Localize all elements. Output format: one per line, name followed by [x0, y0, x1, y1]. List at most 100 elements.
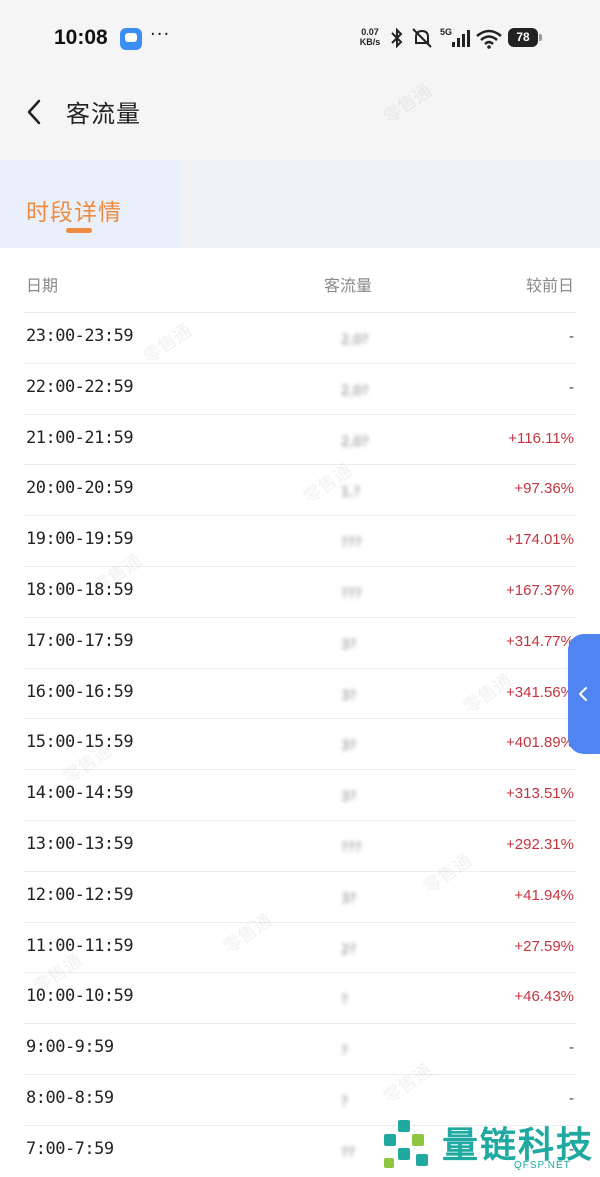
row-divider	[24, 312, 576, 313]
net-speed-value: 0.07	[361, 27, 379, 37]
table-row: 16:00-16:59 3? +341.56%	[0, 667, 600, 719]
row-traffic-count-redacted: ?	[341, 1091, 385, 1110]
tab-active-indicator	[66, 228, 92, 233]
chevron-left-icon	[579, 687, 587, 701]
row-traffic-count: 2?	[341, 942, 357, 958]
row-traffic-count: 2,0?	[341, 333, 369, 348]
row-time-range: 13:00-13:59	[26, 834, 134, 854]
row-time-range: 15:00-15:59	[26, 732, 134, 753]
row-traffic-count-redacted: 3?	[341, 888, 385, 907]
row-change-vs-previous-day: +341.56%	[506, 683, 574, 701]
traffic-table: 日期 客流量 较前日 23:00-23:59 2,0? - 22:00-22:59 2,…	[0, 248, 600, 1177]
row-traffic-count-redacted: 3?	[341, 634, 385, 653]
row-time-range: 8:00-8:59	[26, 1088, 114, 1108]
table-row: 9:00-9:59? -	[0, 1023, 600, 1074]
row-change-vs-previous-day: -	[569, 378, 574, 396]
row-traffic-count: 3?	[341, 688, 357, 704]
table-row: 17:00-17:59 3? +314.77%	[0, 616, 600, 668]
row-traffic-count: ?	[341, 1095, 348, 1110]
row-time-range: 10:00-10:59	[26, 986, 134, 1007]
row-divider	[24, 820, 576, 821]
row-time-range: 11:00-11:59	[26, 935, 134, 956]
page-title: 客流量	[66, 100, 141, 128]
tab-label: 时段详情	[26, 200, 122, 226]
row-traffic-count-redacted: 2?	[341, 939, 385, 958]
table-row: 13:00-13:59??? +292.31%	[0, 820, 600, 871]
battery-indicator: 78	[508, 28, 542, 47]
nav-bar: 客流量	[0, 78, 600, 148]
row-divider	[24, 1074, 576, 1075]
row-divider	[24, 616, 576, 618]
row-change-vs-previous-day: +46.43%	[514, 988, 574, 1006]
row-traffic-count-redacted: 2,0?	[341, 380, 385, 399]
row-change-vs-previous-day: +314.77%	[506, 632, 574, 650]
row-time-range: 9:00-9:59	[26, 1037, 114, 1058]
row-traffic-count: ?	[341, 1044, 348, 1060]
row-change-vs-previous-day: +116.11%	[508, 429, 574, 447]
row-traffic-count: 2,0?	[341, 383, 369, 399]
row-divider	[24, 1023, 576, 1025]
side-panel-handle[interactable]	[568, 634, 600, 754]
row-traffic-count: 3?	[341, 891, 357, 907]
cellular-signal-icon: 5G	[440, 27, 470, 47]
row-time-range: 14:00-14:59	[26, 783, 134, 804]
row-divider	[24, 718, 576, 720]
row-divider	[24, 921, 576, 923]
row-change-vs-previous-day: +27.59%	[514, 937, 574, 955]
row-change-vs-previous-day: +167.37%	[506, 582, 574, 599]
table-row: 23:00-23:59 2,0? -	[0, 312, 600, 363]
row-traffic-count-redacted: ?	[341, 989, 385, 1008]
net-speed-unit: KB/s	[359, 37, 381, 47]
table-row: 14:00-14:59 3? +313.51%	[0, 769, 600, 820]
status-time: 10:08	[54, 26, 108, 49]
table-row: 19:00-19:59??? +174.01%	[0, 515, 600, 566]
row-time-range: 16:00-16:59	[26, 681, 134, 702]
row-divider	[24, 413, 576, 415]
row-divider	[24, 667, 576, 669]
row-traffic-count-redacted: 3?	[341, 786, 385, 806]
row-change-vs-previous-day: +97.36%	[514, 480, 574, 498]
row-traffic-count: 2,0?	[341, 434, 369, 450]
column-header-traffic: 客流量	[324, 276, 373, 295]
table-header: 日期 客流量 较前日	[0, 248, 600, 312]
row-change-vs-previous-day: +41.94%	[514, 886, 574, 904]
row-traffic-count-redacted: ???	[341, 532, 385, 552]
row-traffic-count: ???	[341, 841, 362, 856]
table-row: 18:00-18:59??? +167.37%	[0, 566, 600, 617]
chevron-left-icon[interactable]	[20, 94, 50, 130]
table-row: 10:00-10:59? +46.43%	[0, 972, 600, 1023]
row-traffic-count-redacted: ???	[341, 583, 385, 602]
tab-hourly-detail[interactable]: 时段详情	[0, 160, 180, 248]
net-speed: 0.07 KB/s	[356, 27, 384, 47]
row-traffic-count: 3?	[341, 739, 357, 755]
row-traffic-count-redacted: ???	[341, 837, 385, 856]
row-change-vs-previous-day: -	[569, 1039, 574, 1057]
row-traffic-count-redacted: 2,0?	[341, 431, 385, 450]
table-row: 15:00-15:59 3? +401.89%	[0, 718, 600, 769]
row-change-vs-previous-day: -	[569, 1090, 574, 1107]
row-divider	[24, 566, 576, 567]
row-divider	[24, 769, 576, 771]
row-change-vs-previous-day: +313.51%	[506, 785, 574, 803]
row-change-vs-previous-day: +401.89%	[506, 734, 574, 752]
row-traffic-count-redacted: 3?	[341, 735, 385, 755]
status-bar: 10:08 ··· 0.07 KB/s 5G 78	[0, 0, 600, 78]
row-divider	[24, 515, 576, 517]
table-row: 21:00-21:59 2,0? +116.11%	[0, 413, 600, 465]
row-traffic-count: 3?	[341, 790, 357, 806]
tab-bar: 时段详情	[0, 160, 600, 248]
row-time-range: 17:00-17:59	[26, 630, 134, 651]
row-time-range: 19:00-19:59	[26, 529, 134, 550]
row-time-range: 22:00-22:59	[26, 376, 134, 397]
brand-logo-icon	[384, 1120, 428, 1168]
row-traffic-count: ???	[341, 536, 362, 552]
row-time-range: 18:00-18:59	[26, 580, 134, 600]
row-traffic-count-redacted: 1,?	[341, 481, 385, 501]
row-traffic-count: 1,?	[341, 485, 361, 501]
row-divider	[24, 870, 576, 872]
row-traffic-count: ???	[341, 587, 362, 602]
row-traffic-count: 3?	[341, 637, 357, 653]
column-header-date: 日期	[26, 276, 59, 295]
bluetooth-icon	[391, 27, 403, 49]
row-traffic-count-redacted: 2,0?	[341, 329, 385, 348]
